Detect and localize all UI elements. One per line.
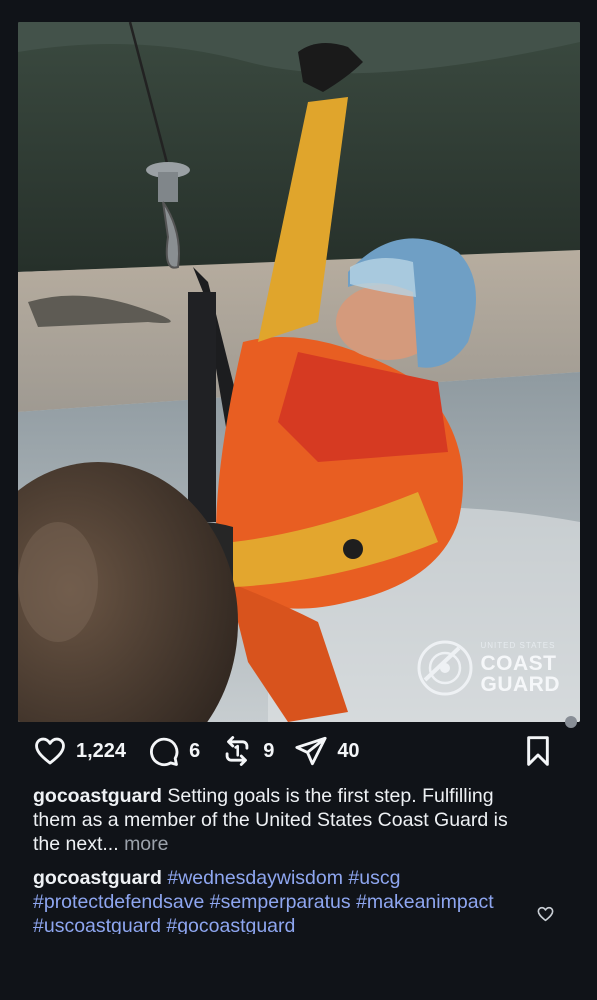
comment-username[interactable]: gocoastguard xyxy=(33,867,162,889)
save-button[interactable] xyxy=(523,735,553,772)
repost-button[interactable]: 9 xyxy=(220,734,274,768)
send-icon xyxy=(295,736,327,766)
watermark-line2: COAST xyxy=(480,651,557,675)
post-caption: gocoastguard Setting goals is the first … xyxy=(33,784,533,856)
comment-item: gocoastguard #wednesdaywisdom #uscg #pro… xyxy=(33,866,523,934)
post-image[interactable]: UNITED STATES COAST GUARD xyxy=(18,22,580,722)
hashtag-link[interactable]: #gocoastguard xyxy=(166,915,295,934)
heart-icon xyxy=(35,737,65,765)
caption-username[interactable]: gocoastguard xyxy=(33,785,162,807)
heart-icon xyxy=(537,906,554,922)
coast-guard-seal-icon xyxy=(417,640,472,696)
hashtag-link[interactable]: #semperparatus xyxy=(210,891,351,913)
repost-count: 9 xyxy=(263,739,275,762)
hashtag-link[interactable]: #makeanimpact xyxy=(356,891,494,913)
comment-count: 6 xyxy=(189,739,201,762)
comment-like-button[interactable] xyxy=(536,905,555,923)
coast-guard-watermark: UNITED STATES COAST GUARD xyxy=(417,640,561,696)
share-button[interactable]: 40 xyxy=(294,734,360,768)
hashtag-link[interactable]: #uscoastguard xyxy=(33,915,161,934)
like-count: 1,224 xyxy=(76,739,127,762)
comment-bubble-icon xyxy=(150,737,179,767)
caption-more-link[interactable]: more xyxy=(124,833,168,855)
comment-button[interactable]: 6 xyxy=(146,734,200,768)
share-count: 40 xyxy=(337,739,360,762)
post-actions-bar: 1,224 6 9 40 xyxy=(33,733,553,769)
watermark-line1: UNITED STATES xyxy=(480,640,556,650)
watermark-line3: GUARD xyxy=(480,672,560,696)
carousel-indicator xyxy=(565,716,577,728)
repost-icon xyxy=(225,736,249,766)
hashtag-link[interactable]: #uscg xyxy=(348,867,400,889)
bookmark-icon xyxy=(527,736,549,766)
hashtag-link[interactable]: #wednesdaywisdom xyxy=(167,867,343,889)
hashtag-link[interactable]: #protectdefendsave xyxy=(33,891,204,913)
rescue-swimmer-photo xyxy=(18,22,580,722)
like-button[interactable]: 1,224 xyxy=(33,734,126,768)
